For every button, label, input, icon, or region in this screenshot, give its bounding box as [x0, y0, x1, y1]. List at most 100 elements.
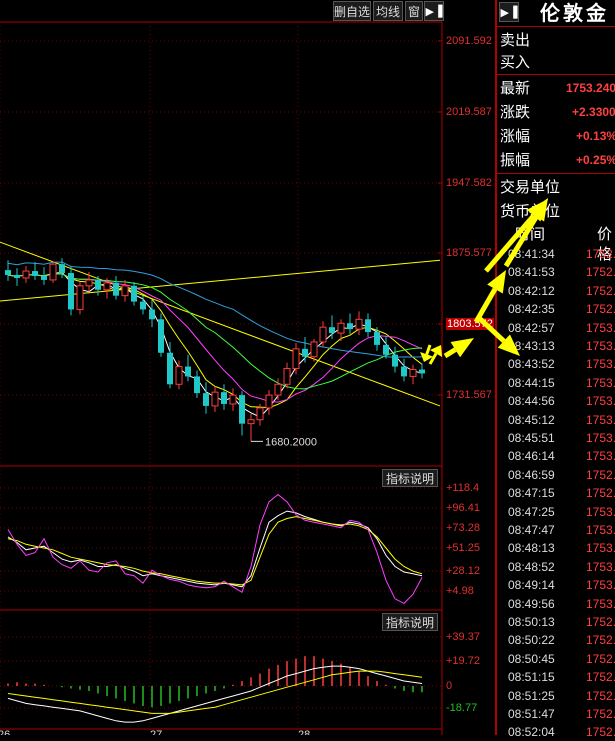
tick-row[interactable]: 08:47:25 1753.	[497, 503, 615, 521]
tick-time: 08:42:57	[508, 320, 555, 335]
candle-body	[22, 270, 30, 279]
tick-price: 1752.	[586, 265, 615, 280]
instrument-title: 伦敦金 |	[540, 1, 615, 25]
tick-row[interactable]: 08:48:13 1753.	[497, 539, 615, 557]
tick-price: 1753.	[586, 357, 615, 372]
candle	[247, 413, 255, 442]
tick-row[interactable]: 08:46:14 1753.	[497, 447, 615, 465]
latest-row: 最新 1753.2400	[500, 76, 615, 100]
tick-row[interactable]: 08:44:15 1753.	[497, 374, 615, 392]
tick-row[interactable]: 08:45:12 1753.	[497, 411, 615, 429]
tick-row[interactable]: 08:43:52 1753.	[497, 355, 615, 373]
candle	[203, 382, 209, 414]
sell-label: 卖出	[500, 31, 531, 49]
candle-body	[113, 282, 119, 296]
tick-price: 1752.	[586, 707, 615, 721]
tick-time: 08:51:47	[508, 707, 555, 721]
annotation-arrow	[428, 352, 438, 365]
candle	[239, 391, 245, 436]
tick-row[interactable]: 08:45:51 1753.	[497, 429, 615, 447]
candle	[185, 354, 191, 382]
tick-row[interactable]: 08:51:47 1752.	[497, 705, 615, 723]
indicator2-axis-label: -18.77	[446, 702, 478, 714]
price-axis-label: 2091.592	[446, 35, 492, 47]
tick-time: 08:47:15	[508, 486, 555, 501]
tick-row[interactable]: 08:41:34 1752.	[497, 245, 615, 263]
tick-time: 08:43:13	[508, 339, 555, 353]
candle	[292, 342, 300, 375]
latest-label: 最新	[500, 79, 531, 97]
buy-label: 买入	[500, 53, 531, 71]
ma-lines-button[interactable]: 均线	[373, 1, 403, 21]
sell-row: 卖出	[500, 28, 615, 52]
price-axis-label: 1875.577	[446, 247, 492, 259]
tick-price: 1753.	[586, 523, 615, 537]
candle-body	[85, 279, 93, 287]
indicator-help-button[interactable]: 指标说明	[382, 613, 438, 631]
tick-time: 08:50:13	[508, 615, 555, 629]
tick-row[interactable]: 08:52:04 1752.	[497, 723, 615, 741]
indicator2-line	[7, 665, 423, 723]
candle	[131, 281, 137, 306]
tick-row[interactable]: 08:42:57 1753.	[497, 319, 615, 337]
tick-row[interactable]: 08:42:35 1752.	[497, 300, 615, 318]
tick-row[interactable]: 08:46:59 1752.	[497, 466, 615, 484]
trade-unit-row: 交易单位	[500, 175, 615, 199]
indicator1-axis-label: +51.25	[446, 542, 480, 554]
candle-body	[355, 318, 363, 330]
tick-time: 08:47:25	[508, 504, 555, 519]
candle-body	[302, 348, 308, 357]
pct-value: +0.13%	[576, 129, 615, 143]
watchlist-remove-button[interactable]: 删自选	[333, 1, 371, 21]
tick-row[interactable]: 08:50:45 1752.	[497, 650, 615, 668]
candle	[365, 313, 371, 338]
tick-time: 08:42:35	[508, 302, 555, 317]
tick-row[interactable]: 08:47:15 1752.	[497, 484, 615, 502]
tick-row[interactable]: 08:51:25 1752.	[497, 687, 615, 705]
tick-time: 08:50:45	[508, 651, 555, 666]
panel-toggle-icon[interactable]: ▶▐	[499, 2, 519, 22]
candle-body	[239, 395, 245, 424]
candle	[158, 313, 164, 357]
time-axis-label: 26	[0, 729, 10, 735]
tick-row[interactable]: 08:49:56 1753.	[497, 595, 615, 613]
candle-body	[292, 348, 300, 370]
candle	[32, 262, 38, 280]
low-annotation: 1680.2000	[265, 436, 317, 448]
candle-body	[41, 275, 47, 280]
tick-time: 08:43:52	[508, 357, 555, 372]
candle-body	[32, 271, 38, 276]
candle	[347, 313, 353, 335]
indicator-help-button[interactable]: 指标说明	[382, 469, 438, 487]
tick-row[interactable]: 08:50:22 1752.	[497, 631, 615, 649]
candle	[355, 311, 363, 336]
window-button[interactable]: 窗	[405, 1, 423, 21]
candlestick-chart[interactable]: 1680.2000 26 27 28	[0, 0, 445, 735]
candle-body	[337, 322, 345, 334]
quote-header: ▶▐ 伦敦金 |	[497, 0, 615, 27]
tick-time: 08:47:47	[508, 523, 555, 537]
tick-row[interactable]: 08:41:53 1752.	[497, 263, 615, 281]
tick-row[interactable]: 08:49:14 1753.	[497, 576, 615, 594]
tick-row[interactable]: 08:47:47 1753.	[497, 521, 615, 539]
candle-body	[185, 366, 191, 377]
indicator2-plot	[7, 656, 423, 723]
tick-row[interactable]: 08:44:56 1753.	[497, 392, 615, 410]
tick-row[interactable]: 08:43:13 1753.	[497, 337, 615, 355]
indicator2-line	[7, 670, 423, 714]
candle	[229, 388, 237, 411]
candle-body	[211, 391, 219, 407]
candle	[283, 362, 291, 389]
divider	[497, 173, 615, 174]
tick-time: 08:51:25	[508, 688, 555, 703]
tick-row[interactable]: 08:42:12 1752.	[497, 282, 615, 300]
tick-price: 1753.	[586, 578, 615, 593]
candle	[392, 346, 398, 373]
collapse-arrow-icon[interactable]: ▶▐	[424, 1, 444, 21]
candle	[211, 386, 219, 412]
candle-body	[401, 366, 407, 377]
tick-row[interactable]: 08:51:15 1752.	[497, 668, 615, 686]
time-axis-label: 27	[150, 729, 162, 735]
tick-row[interactable]: 08:50:13 1752.	[497, 613, 615, 631]
tick-row[interactable]: 08:48:52 1753.	[497, 558, 615, 576]
